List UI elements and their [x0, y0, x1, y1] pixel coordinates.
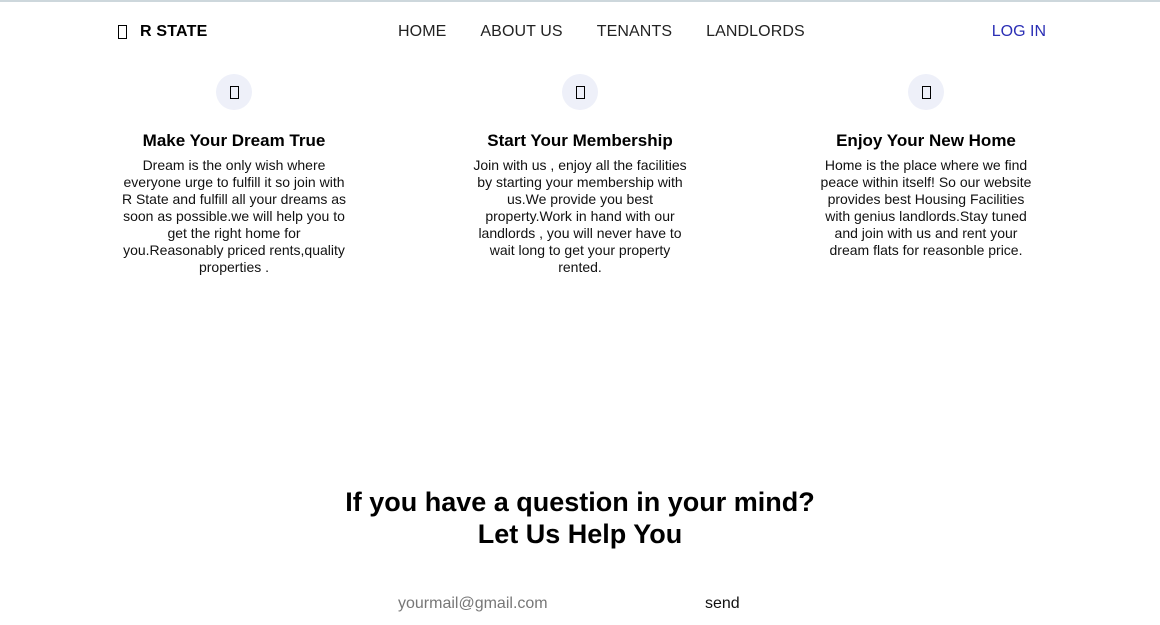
send-button[interactable]: send	[700, 592, 745, 616]
feature-icon-badge	[908, 74, 944, 110]
feature-card: Start Your Membership Join with us , enj…	[460, 74, 700, 276]
home-icon	[118, 25, 127, 39]
brand-name: R STATE	[140, 23, 208, 40]
feature-description: Dream is the only wish where everyone ur…	[121, 157, 347, 275]
feature-card: Enjoy Your New Home Home is the place wh…	[806, 74, 1046, 259]
feature-icon	[229, 85, 239, 99]
email-input[interactable]	[392, 592, 642, 616]
feature-description: Join with us , enjoy all the facilities …	[473, 157, 687, 275]
question-line-1: If you have a question in your mind?	[345, 487, 815, 517]
login-link[interactable]: LOG IN	[992, 22, 1046, 42]
question-line-2: Let Us Help You	[477, 519, 683, 549]
feature-card: Make Your Dream True Dream is the only w…	[114, 74, 354, 276]
feature-title: Start Your Membership	[487, 131, 673, 150]
features-section: Make Your Dream True Dream is the only w…	[0, 74, 1160, 294]
nav-about-us[interactable]: ABOUT US	[480, 23, 562, 41]
main-nav: HOME ABOUT US TENANTS LANDLORDS	[398, 22, 839, 42]
feature-icon-badge	[216, 74, 252, 110]
feature-icon	[921, 85, 931, 99]
feature-icon-badge	[562, 74, 598, 110]
contact-form: send	[0, 592, 1160, 616]
question-heading: If you have a question in your mind? Let…	[0, 486, 1160, 550]
feature-icon	[575, 85, 585, 99]
brand[interactable]: R STATE	[118, 22, 207, 42]
nav-landlords[interactable]: LANDLORDS	[706, 23, 805, 41]
nav-tenants[interactable]: TENANTS	[597, 23, 672, 41]
top-divider	[0, 0, 1160, 2]
feature-title: Enjoy Your New Home	[836, 131, 1016, 150]
feature-description: Home is the place where we find peace wi…	[820, 157, 1032, 258]
nav-home[interactable]: HOME	[398, 23, 446, 41]
feature-title: Make Your Dream True	[142, 131, 326, 150]
